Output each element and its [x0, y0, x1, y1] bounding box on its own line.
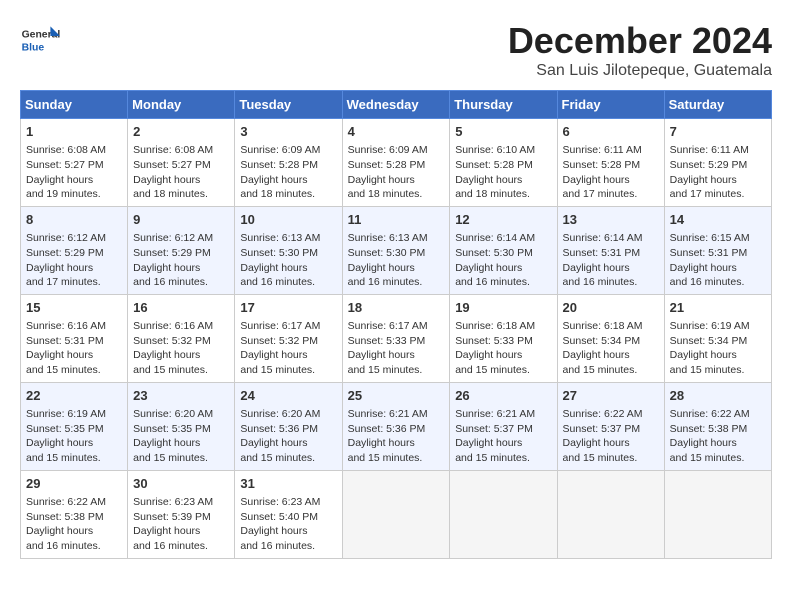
calendar-cell: 14Sunrise: 6:15 AMSunset: 5:31 PMDayligh… — [664, 206, 771, 294]
calendar-cell: 31Sunrise: 6:23 AMSunset: 5:40 PMDayligh… — [235, 470, 342, 558]
calendar-cell — [664, 470, 771, 558]
calendar-cell: 28Sunrise: 6:22 AMSunset: 5:38 PMDayligh… — [664, 382, 771, 470]
calendar-cell: 2Sunrise: 6:08 AMSunset: 5:27 PMDaylight… — [128, 119, 235, 207]
calendar-cell: 21Sunrise: 6:19 AMSunset: 5:34 PMDayligh… — [664, 294, 771, 382]
calendar-cell: 11Sunrise: 6:13 AMSunset: 5:30 PMDayligh… — [342, 206, 450, 294]
calendar-cell: 9Sunrise: 6:12 AMSunset: 5:29 PMDaylight… — [128, 206, 235, 294]
calendar-cell: 25Sunrise: 6:21 AMSunset: 5:36 PMDayligh… — [342, 382, 450, 470]
calendar-table: SundayMondayTuesdayWednesdayThursdayFrid… — [20, 90, 772, 559]
title-block: December 2024 San Luis Jilotepeque, Guat… — [508, 20, 772, 80]
calendar-week-4: 29Sunrise: 6:22 AMSunset: 5:38 PMDayligh… — [21, 470, 772, 558]
calendar-cell: 5Sunrise: 6:10 AMSunset: 5:28 PMDaylight… — [450, 119, 557, 207]
calendar-cell: 24Sunrise: 6:20 AMSunset: 5:36 PMDayligh… — [235, 382, 342, 470]
calendar-week-2: 15Sunrise: 6:16 AMSunset: 5:31 PMDayligh… — [21, 294, 772, 382]
weekday-header-row: SundayMondayTuesdayWednesdayThursdayFrid… — [21, 91, 772, 119]
calendar-week-0: 1Sunrise: 6:08 AMSunset: 5:27 PMDaylight… — [21, 119, 772, 207]
calendar-cell: 29Sunrise: 6:22 AMSunset: 5:38 PMDayligh… — [21, 470, 128, 558]
logo: General Blue — [20, 20, 64, 60]
calendar-cell: 7Sunrise: 6:11 AMSunset: 5:29 PMDaylight… — [664, 119, 771, 207]
month-title: December 2024 — [508, 20, 772, 62]
page-header: General Blue December 2024 San Luis Jilo… — [20, 20, 772, 80]
weekday-header-sunday: Sunday — [21, 91, 128, 119]
calendar-cell: 1Sunrise: 6:08 AMSunset: 5:27 PMDaylight… — [21, 119, 128, 207]
weekday-header-monday: Monday — [128, 91, 235, 119]
calendar-cell: 10Sunrise: 6:13 AMSunset: 5:30 PMDayligh… — [235, 206, 342, 294]
calendar-cell: 4Sunrise: 6:09 AMSunset: 5:28 PMDaylight… — [342, 119, 450, 207]
calendar-cell: 17Sunrise: 6:17 AMSunset: 5:32 PMDayligh… — [235, 294, 342, 382]
calendar-cell: 13Sunrise: 6:14 AMSunset: 5:31 PMDayligh… — [557, 206, 664, 294]
weekday-header-saturday: Saturday — [664, 91, 771, 119]
calendar-cell: 23Sunrise: 6:20 AMSunset: 5:35 PMDayligh… — [128, 382, 235, 470]
calendar-cell: 19Sunrise: 6:18 AMSunset: 5:33 PMDayligh… — [450, 294, 557, 382]
calendar-cell: 18Sunrise: 6:17 AMSunset: 5:33 PMDayligh… — [342, 294, 450, 382]
weekday-header-friday: Friday — [557, 91, 664, 119]
calendar-cell: 26Sunrise: 6:21 AMSunset: 5:37 PMDayligh… — [450, 382, 557, 470]
calendar-cell: 12Sunrise: 6:14 AMSunset: 5:30 PMDayligh… — [450, 206, 557, 294]
svg-text:Blue: Blue — [22, 42, 45, 53]
weekday-header-wednesday: Wednesday — [342, 91, 450, 119]
calendar-cell: 3Sunrise: 6:09 AMSunset: 5:28 PMDaylight… — [235, 119, 342, 207]
calendar-cell: 22Sunrise: 6:19 AMSunset: 5:35 PMDayligh… — [21, 382, 128, 470]
calendar-cell: 30Sunrise: 6:23 AMSunset: 5:39 PMDayligh… — [128, 470, 235, 558]
calendar-week-1: 8Sunrise: 6:12 AMSunset: 5:29 PMDaylight… — [21, 206, 772, 294]
location: San Luis Jilotepeque, Guatemala — [508, 62, 772, 80]
calendar-cell: 15Sunrise: 6:16 AMSunset: 5:31 PMDayligh… — [21, 294, 128, 382]
calendar-cell: 8Sunrise: 6:12 AMSunset: 5:29 PMDaylight… — [21, 206, 128, 294]
calendar-cell: 20Sunrise: 6:18 AMSunset: 5:34 PMDayligh… — [557, 294, 664, 382]
calendar-cell: 16Sunrise: 6:16 AMSunset: 5:32 PMDayligh… — [128, 294, 235, 382]
calendar-cell: 27Sunrise: 6:22 AMSunset: 5:37 PMDayligh… — [557, 382, 664, 470]
calendar-cell — [557, 470, 664, 558]
calendar-cell — [342, 470, 450, 558]
calendar-week-3: 22Sunrise: 6:19 AMSunset: 5:35 PMDayligh… — [21, 382, 772, 470]
calendar-cell — [450, 470, 557, 558]
calendar-cell: 6Sunrise: 6:11 AMSunset: 5:28 PMDaylight… — [557, 119, 664, 207]
weekday-header-thursday: Thursday — [450, 91, 557, 119]
weekday-header-tuesday: Tuesday — [235, 91, 342, 119]
logo-icon: General Blue — [20, 20, 60, 60]
